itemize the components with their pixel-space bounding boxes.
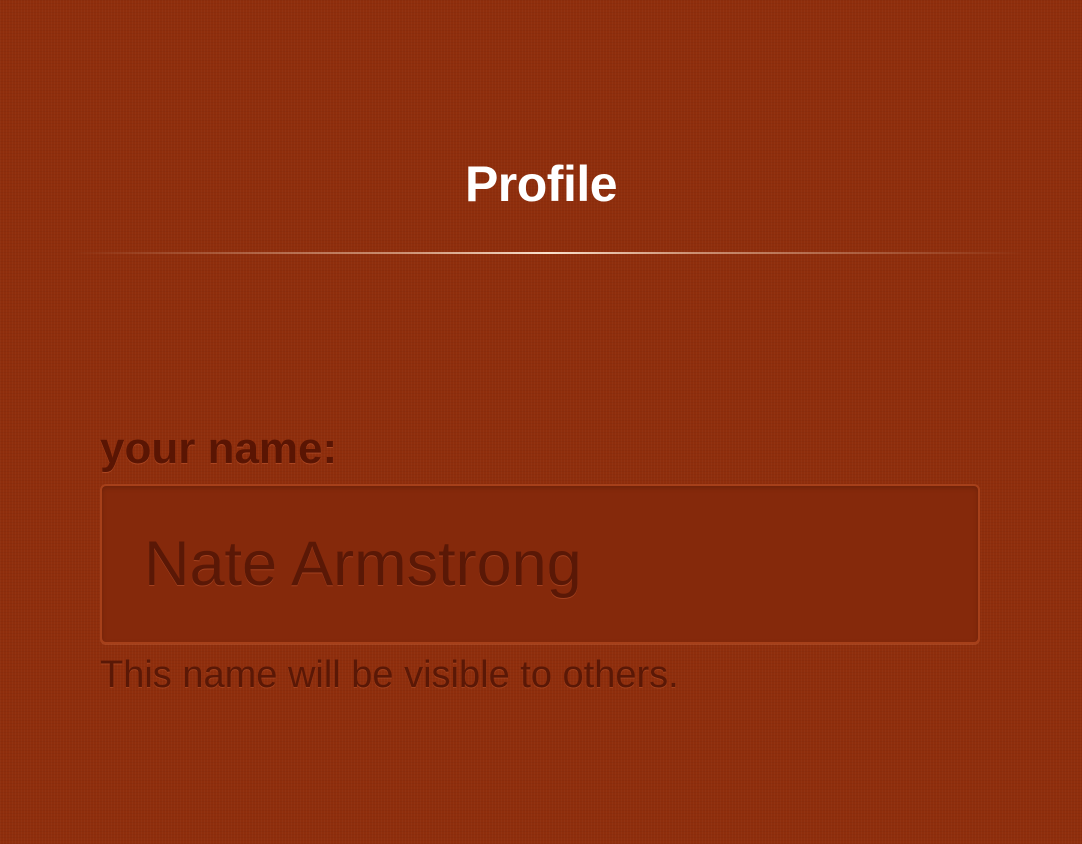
name-field-label: your name: [100, 424, 338, 473]
name-input[interactable] [100, 484, 980, 644]
page-title: Profile [464, 156, 618, 212]
header-divider [72, 252, 1024, 254]
name-help-text: This name will be visible to others. [100, 654, 679, 696]
